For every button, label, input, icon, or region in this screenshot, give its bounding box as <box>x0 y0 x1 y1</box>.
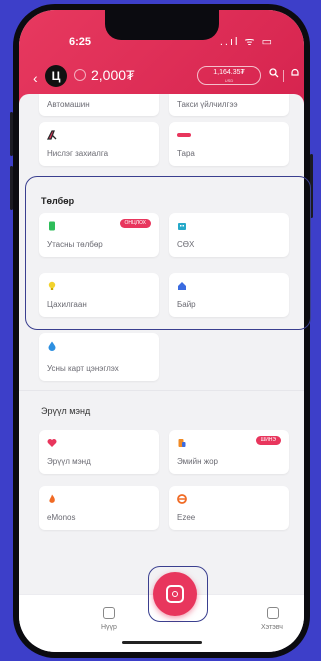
tile-ezee[interactable]: Ezee <box>169 486 289 530</box>
tile-label: Такси үйлчилгээ <box>177 100 238 109</box>
back-chevron-icon[interactable]: ‹ <box>33 70 38 86</box>
payments-highlight-frame <box>25 176 311 330</box>
status-time: 6:25 <box>69 36 92 48</box>
new-badge: ШИНЭ <box>255 436 281 445</box>
tile-tara[interactable]: Тара <box>169 122 289 166</box>
ezee-logo-icon <box>177 494 187 504</box>
tile-label: Эмийн жор <box>177 457 218 466</box>
airline-icon <box>47 130 57 140</box>
search-icon[interactable] <box>264 66 284 85</box>
tile-label: Нислэг захиалга <box>47 149 109 158</box>
tile-emonos[interactable]: eMonos <box>39 486 159 530</box>
wallet-tab-icon[interactable] <box>267 607 279 619</box>
coin-icon <box>74 69 86 81</box>
home-indicator <box>122 641 202 644</box>
volume-button <box>10 112 13 156</box>
bell-icon[interactable] <box>285 66 304 85</box>
notch <box>105 10 219 40</box>
tile-label: Усны карт цэнэглэх <box>47 364 119 373</box>
tile-taxi[interactable]: Такси үйлчилгээ <box>169 94 289 116</box>
tile-label: Ezee <box>177 513 196 522</box>
status-icons: ..ıl ᯤ ▭ <box>219 36 274 48</box>
home-tab-icon[interactable] <box>103 607 115 619</box>
tile-flight-booking[interactable]: Нислэг захиалга <box>39 122 159 166</box>
phone-frame: 6:25 ..ıl ᯤ ▭ ‹ Ц 2,000₮ 1,164.35₮ USD А… <box>10 4 313 658</box>
tile-label: Эрүүл мэнд <box>47 457 91 466</box>
tab-home-label[interactable]: Нүүр <box>101 624 117 631</box>
prescription-icon <box>178 439 186 447</box>
exchange-rate-value: 1,164.35₮ <box>213 69 245 76</box>
exchange-rate-pill[interactable]: 1,164.35₮ USD <box>197 66 261 85</box>
points-balance[interactable]: 2,000₮ <box>91 67 135 83</box>
header-divider <box>283 70 284 82</box>
section-divider <box>19 390 304 391</box>
tile-label: Тара <box>177 149 195 158</box>
app-logo[interactable]: Ц <box>45 65 67 87</box>
exchange-rate-currency: USD <box>224 78 234 83</box>
tile-health[interactable]: Эрүүл мэнд <box>39 430 159 474</box>
camera-lens-icon <box>172 591 178 597</box>
tile-label: Автомашин <box>47 100 90 109</box>
tara-logo-icon <box>177 133 191 137</box>
flame-icon <box>49 494 55 503</box>
heart-icon <box>47 439 57 447</box>
scan-button[interactable] <box>153 572 197 616</box>
tile-water-card[interactable]: Усны карт цэнэглэх <box>39 333 159 381</box>
tile-prescription[interactable]: ШИНЭ Эмийн жор <box>169 430 289 474</box>
section-title-health: Эрүүл мэнд <box>41 406 91 416</box>
volume-button <box>10 166 13 210</box>
tile-label: eMonos <box>47 513 76 522</box>
water-drop-icon <box>48 341 56 351</box>
tile-car[interactable]: Автомашин <box>39 94 159 116</box>
app-header: 6:25 ..ıl ᯤ ▭ ‹ Ц 2,000₮ 1,164.35₮ USD <box>19 10 304 104</box>
screen: 6:25 ..ıl ᯤ ▭ ‹ Ц 2,000₮ 1,164.35₮ USD А… <box>19 10 304 652</box>
tab-wallet-label[interactable]: Хэтэвч <box>261 624 283 631</box>
